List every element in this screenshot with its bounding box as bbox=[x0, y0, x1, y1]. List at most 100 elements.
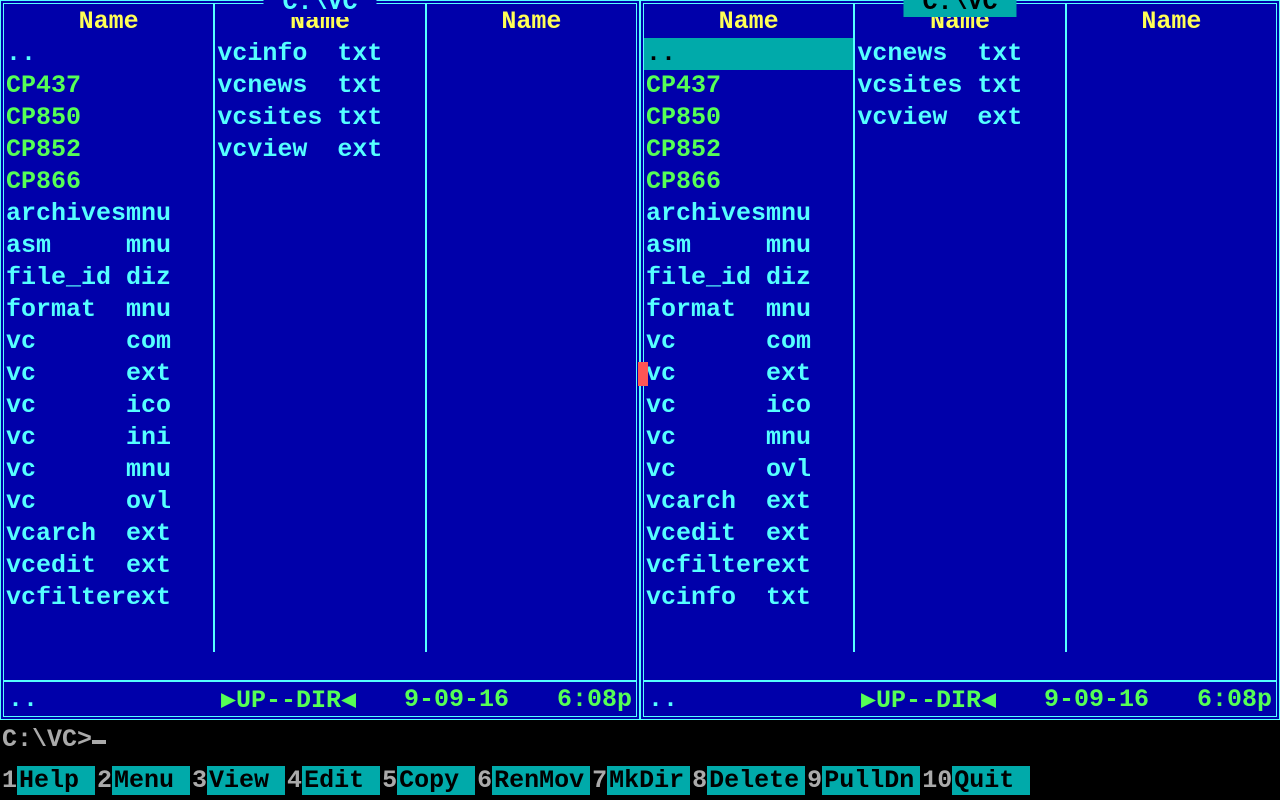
file-row[interactable]: vcovl bbox=[644, 454, 853, 486]
file-name: .. bbox=[6, 38, 126, 70]
fkey-number: 5 bbox=[380, 766, 397, 795]
file-row[interactable]: formatmnu bbox=[644, 294, 853, 326]
file-name: CP866 bbox=[646, 166, 766, 198]
file-name: vc bbox=[6, 358, 126, 390]
column-header: Name bbox=[427, 6, 636, 38]
file-row[interactable]: vcarchext bbox=[644, 486, 853, 518]
file-name: vc bbox=[6, 454, 126, 486]
panels-area: C:\VC Name..CP437CP850CP852CP866archives… bbox=[0, 0, 1280, 720]
prompt-text: C:\VC> bbox=[2, 725, 92, 754]
file-row[interactable]: vcviewext bbox=[855, 102, 1064, 134]
mini-date: 9-09-16 bbox=[389, 685, 509, 714]
mini-size: ▶UP--DIR◀ bbox=[861, 684, 996, 715]
file-column: Name..CP437CP850CP852CP866archivesmnuasm… bbox=[644, 4, 855, 652]
dir-row[interactable]: CP437 bbox=[4, 70, 213, 102]
file-row[interactable]: file_iddiz bbox=[4, 262, 213, 294]
file-row[interactable]: vcsitestxt bbox=[855, 70, 1064, 102]
file-ext: txt bbox=[977, 70, 1025, 102]
file-row[interactable]: vcmnu bbox=[4, 454, 213, 486]
file-row[interactable]: vcviewext bbox=[215, 134, 424, 166]
fkey-mkdir[interactable]: 7MkDir bbox=[590, 760, 690, 800]
file-row[interactable]: formatmnu bbox=[4, 294, 213, 326]
file-row[interactable]: vcnewstxt bbox=[855, 38, 1064, 70]
column-header: Name bbox=[644, 6, 853, 38]
file-ext: diz bbox=[766, 262, 814, 294]
dir-row[interactable]: CP850 bbox=[644, 102, 853, 134]
file-row[interactable]: vcico bbox=[4, 390, 213, 422]
file-ext: mnu bbox=[126, 294, 174, 326]
dir-row[interactable]: CP866 bbox=[4, 166, 213, 198]
file-ext bbox=[126, 38, 174, 70]
file-name: vc bbox=[6, 390, 126, 422]
fkey-label: Edit bbox=[302, 766, 380, 795]
file-row[interactable]: archivesmnu bbox=[644, 198, 853, 230]
fkey-edit[interactable]: 4Edit bbox=[285, 760, 380, 800]
file-row[interactable]: vcinfotxt bbox=[215, 38, 424, 70]
file-row[interactable]: vceditext bbox=[4, 550, 213, 582]
left-panel[interactable]: C:\VC Name..CP437CP850CP852CP866archives… bbox=[0, 0, 640, 720]
fkey-view[interactable]: 3View bbox=[190, 760, 285, 800]
fkey-number: 3 bbox=[190, 766, 207, 795]
dir-row[interactable]: CP866 bbox=[644, 166, 853, 198]
dir-row[interactable]: .. bbox=[4, 38, 213, 70]
file-row[interactable]: vcini bbox=[4, 422, 213, 454]
fkey-delete[interactable]: 8Delete bbox=[690, 760, 805, 800]
dir-row[interactable]: CP437 bbox=[644, 70, 853, 102]
file-ext bbox=[126, 166, 174, 198]
file-row[interactable]: vcfilterext bbox=[644, 550, 853, 582]
file-ext: mnu bbox=[766, 422, 814, 454]
fkey-pulldn[interactable]: 9PullDn bbox=[805, 760, 920, 800]
file-row[interactable]: vcext bbox=[644, 358, 853, 390]
file-ext: ini bbox=[126, 422, 174, 454]
fkey-number: 8 bbox=[690, 766, 707, 795]
fkey-label: View bbox=[207, 766, 285, 795]
file-name: vc bbox=[646, 358, 766, 390]
file-ext: ext bbox=[337, 134, 385, 166]
file-ext: com bbox=[766, 326, 814, 358]
file-row[interactable]: vccom bbox=[644, 326, 853, 358]
fkey-help[interactable]: 1Help bbox=[0, 760, 95, 800]
file-row[interactable]: vcarchext bbox=[4, 518, 213, 550]
dir-row[interactable]: CP852 bbox=[644, 134, 853, 166]
file-name: CP866 bbox=[6, 166, 126, 198]
file-row[interactable]: vcext bbox=[4, 358, 213, 390]
file-ext bbox=[766, 102, 814, 134]
file-ext: ext bbox=[766, 358, 814, 390]
file-ext: mnu bbox=[766, 230, 814, 262]
fkey-renmov[interactable]: 6RenMov bbox=[475, 760, 590, 800]
file-row[interactable]: vcnewstxt bbox=[215, 70, 424, 102]
file-ext: txt bbox=[337, 38, 385, 70]
cursor-icon bbox=[92, 740, 106, 744]
command-line[interactable]: C:\VC> bbox=[0, 720, 1280, 760]
file-row[interactable]: vcsitestxt bbox=[215, 102, 424, 134]
dir-row[interactable]: CP850 bbox=[4, 102, 213, 134]
file-column: Name bbox=[427, 4, 636, 652]
file-ext: txt bbox=[337, 70, 385, 102]
fkey-quit[interactable]: 10Quit bbox=[920, 760, 1030, 800]
file-row[interactable]: vcico bbox=[644, 390, 853, 422]
file-ext bbox=[766, 134, 814, 166]
dir-row[interactable]: .. bbox=[644, 38, 853, 70]
dir-row[interactable]: CP852 bbox=[4, 134, 213, 166]
file-ext: com bbox=[126, 326, 174, 358]
file-row[interactable]: vcovl bbox=[4, 486, 213, 518]
file-name: format bbox=[646, 294, 766, 326]
file-column: Namevcinfotxtvcnewstxtvcsitestxtvcviewex… bbox=[215, 4, 426, 652]
fkey-number: 7 bbox=[590, 766, 607, 795]
file-name: vcarch bbox=[6, 518, 126, 550]
file-row[interactable]: archivesmnu bbox=[4, 198, 213, 230]
file-row[interactable]: vceditext bbox=[644, 518, 853, 550]
file-row[interactable]: vccom bbox=[4, 326, 213, 358]
fkey-copy[interactable]: 5Copy bbox=[380, 760, 475, 800]
right-panel[interactable]: C:\VC Name..CP437CP850CP852CP866archives… bbox=[640, 0, 1280, 720]
file-row[interactable]: vcfilterext bbox=[4, 582, 213, 614]
file-ext: ext bbox=[126, 518, 174, 550]
file-name: vcarch bbox=[646, 486, 766, 518]
file-row[interactable]: asmmnu bbox=[4, 230, 213, 262]
file-row[interactable]: file_iddiz bbox=[644, 262, 853, 294]
file-row[interactable]: vcmnu bbox=[644, 422, 853, 454]
file-row[interactable]: asmmnu bbox=[644, 230, 853, 262]
file-row[interactable]: vcinfotxt bbox=[644, 582, 853, 614]
fkey-menu[interactable]: 2Menu bbox=[95, 760, 190, 800]
file-ext: txt bbox=[766, 582, 814, 614]
